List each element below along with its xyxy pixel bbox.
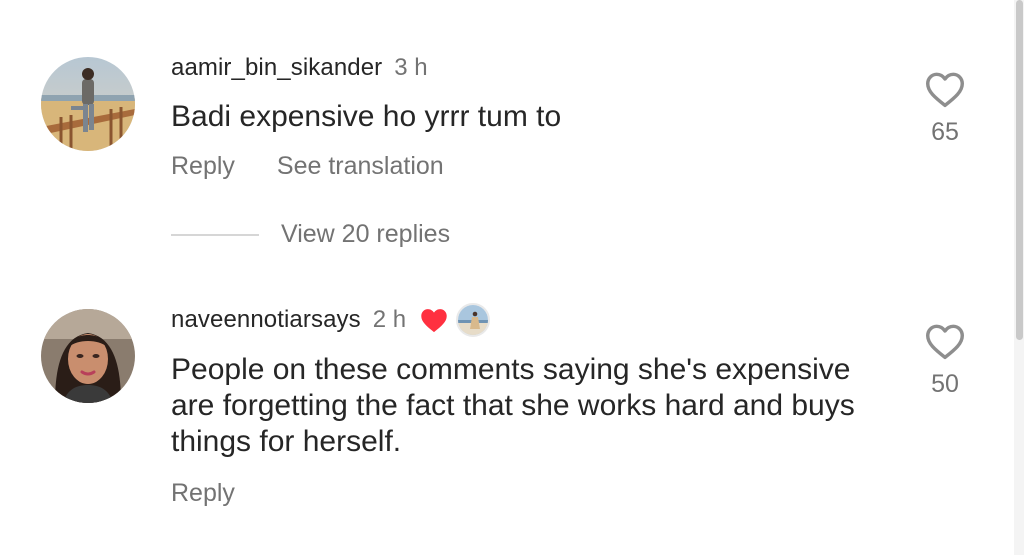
- username[interactable]: aamir_bin_sikander: [171, 54, 382, 82]
- comment-text: Badi expensive ho yrrr tum to: [171, 100, 562, 133]
- like-count: 65: [931, 118, 959, 146]
- heart-outline-icon: [926, 324, 964, 360]
- scrollbar[interactable]: [1014, 0, 1024, 555]
- timestamp: 3 h: [394, 54, 428, 81]
- username[interactable]: naveennotiarsays: [171, 306, 361, 334]
- reply-button[interactable]: Reply: [171, 479, 235, 508]
- heart-filled-icon: [421, 309, 447, 333]
- like-button[interactable]: 65: [915, 70, 975, 147]
- see-translation-button[interactable]: See translation: [277, 152, 444, 181]
- comment-actions: Reply: [171, 479, 235, 508]
- avatar[interactable]: [41, 309, 135, 403]
- comment-text: People on these comments saying she's ex…: [171, 353, 855, 458]
- timestamp: 2 h: [372, 306, 407, 333]
- comment-actions: Reply See translation: [171, 152, 444, 181]
- like-button[interactable]: 50: [915, 322, 975, 399]
- comment-header: aamir_bin_sikander 3 h: [171, 54, 428, 82]
- heart-outline-icon: [926, 72, 964, 108]
- divider-line: [171, 233, 259, 236]
- view-replies-label: View 20 replies: [281, 220, 451, 248]
- reply-button[interactable]: Reply: [171, 152, 235, 181]
- avatar[interactable]: [41, 57, 135, 151]
- comment-header: naveennotiarsays 2 h: [171, 303, 491, 337]
- view-replies-button[interactable]: View 20 replies: [171, 220, 450, 249]
- creator-liked-badge: [418, 303, 491, 337]
- scrollbar-thumb[interactable]: [1016, 0, 1023, 340]
- like-count: 50: [931, 370, 959, 398]
- creator-avatar: [456, 303, 491, 337]
